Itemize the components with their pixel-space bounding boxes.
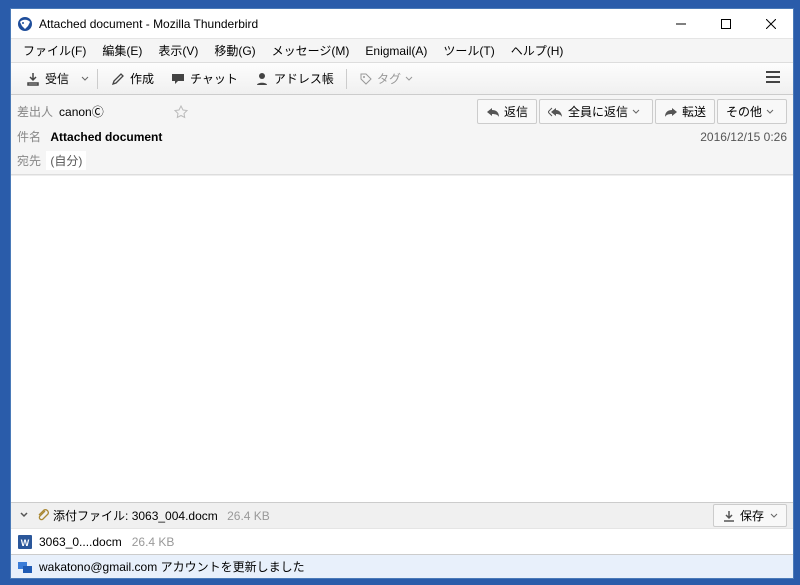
download-icon — [25, 71, 41, 87]
hamburger-icon — [765, 70, 781, 84]
menubar: ファイル(F) 編集(E) 表示(V) 移動(G) メッセージ(M) Enigm… — [11, 39, 793, 63]
save-label: 保存 — [740, 507, 764, 524]
addressbook-button[interactable]: アドレス帳 — [246, 67, 342, 90]
toolbar: 受信 作成 チャット アドレス帳 タグ — [11, 63, 793, 95]
other-label: その他 — [726, 103, 762, 120]
statusbar: wakatono@gmail.com アカウントを更新しました — [11, 554, 793, 578]
reply-button[interactable]: 返信 — [477, 99, 537, 124]
receive-button[interactable]: 受信 — [17, 67, 77, 90]
sender-value[interactable]: canonⒸ — [59, 103, 104, 120]
chevron-down-icon — [632, 108, 640, 116]
attachment-row: W 3063_0....docm 26.4 KB — [11, 528, 793, 554]
attachment-row-size: 26.4 KB — [132, 535, 175, 549]
subject-label: 件名 — [17, 130, 41, 144]
paperclip-icon — [35, 507, 49, 524]
to-value[interactable]: (自分) — [46, 151, 86, 170]
close-button[interactable] — [748, 9, 793, 38]
star-icon[interactable] — [174, 105, 188, 119]
addressbook-label: アドレス帳 — [274, 70, 334, 87]
app-menu-button[interactable] — [759, 66, 787, 91]
attachment-filename[interactable]: 3063_004.docm — [132, 509, 218, 523]
forward-button[interactable]: 転送 — [655, 99, 715, 124]
window-title: Attached document - Mozilla Thunderbird — [39, 17, 658, 31]
attachment-toggle[interactable] — [17, 507, 31, 525]
tag-icon — [359, 72, 373, 86]
reply-icon — [486, 106, 500, 118]
menu-tools[interactable]: ツール(T) — [435, 40, 502, 61]
word-doc-icon[interactable]: W — [17, 534, 33, 550]
chevron-down-icon — [766, 108, 774, 116]
sender-label: 差出人 — [17, 103, 53, 120]
thunderbird-icon — [17, 16, 33, 32]
pencil-icon — [110, 71, 126, 87]
minimize-button[interactable] — [658, 9, 703, 38]
chat-button[interactable]: チャット — [162, 67, 246, 90]
tag-button[interactable]: タグ — [351, 67, 425, 90]
other-actions-button[interactable]: その他 — [717, 99, 787, 124]
message-header: 差出人 canonⒸ 返信 全員に返信 転送 — [11, 95, 793, 175]
menu-enigmail[interactable]: Enigmail(A) — [357, 42, 435, 60]
forward-icon — [664, 106, 678, 118]
reply-label: 返信 — [504, 103, 528, 120]
status-text: wakatono@gmail.com アカウントを更新しました — [39, 558, 305, 575]
subject-value: Attached document — [50, 130, 162, 144]
menu-edit[interactable]: 編集(E) — [94, 40, 150, 61]
titlebar: Attached document - Mozilla Thunderbird — [11, 9, 793, 39]
save-attachment-button[interactable]: 保存 — [713, 504, 787, 527]
chevron-down-icon — [770, 512, 778, 520]
chat-label: チャット — [190, 70, 238, 87]
attachment-size: 26.4 KB — [227, 509, 270, 523]
forward-label: 転送 — [682, 103, 706, 120]
menu-help[interactable]: ヘルプ(H) — [503, 40, 572, 61]
email-date: 2016/12/15 0:26 — [700, 130, 787, 144]
menu-view[interactable]: 表示(V) — [150, 40, 206, 61]
attachment-row-filename[interactable]: 3063_0....docm — [39, 535, 122, 549]
message-body — [11, 175, 793, 502]
compose-label: 作成 — [130, 70, 154, 87]
reply-all-label: 全員に返信 — [568, 103, 628, 120]
menu-message[interactable]: メッセージ(M) — [264, 40, 358, 61]
receive-label: 受信 — [45, 70, 69, 87]
person-icon — [254, 71, 270, 87]
attachment-label: 添付ファイル: — [53, 509, 128, 523]
menu-go[interactable]: 移動(G) — [206, 40, 263, 61]
compose-button[interactable]: 作成 — [102, 67, 162, 90]
maximize-button[interactable] — [703, 9, 748, 38]
chat-icon — [170, 71, 186, 87]
sync-icon — [17, 559, 33, 575]
attachment-bar: 添付ファイル: 3063_004.docm 26.4 KB 保存 — [11, 502, 793, 528]
save-icon — [722, 509, 736, 523]
tag-label: タグ — [377, 70, 401, 87]
reply-all-button[interactable]: 全員に返信 — [539, 99, 653, 124]
menu-file[interactable]: ファイル(F) — [15, 40, 94, 61]
reply-all-icon — [548, 106, 564, 118]
svg-text:W: W — [21, 538, 30, 548]
receive-dropdown[interactable] — [77, 69, 93, 89]
to-label: 宛先 — [17, 154, 41, 168]
